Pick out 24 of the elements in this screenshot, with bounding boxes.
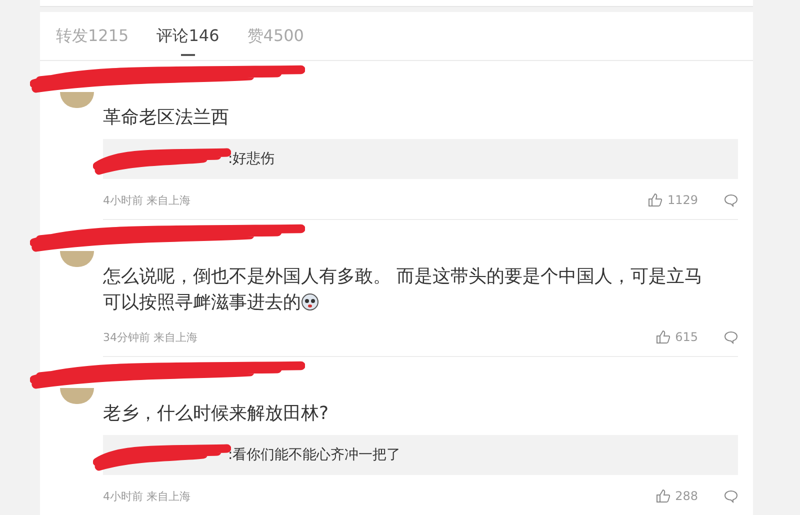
comment-time: 4小时前 来自上海 bbox=[103, 488, 192, 504]
reply-text: :好悲伤 bbox=[228, 151, 275, 167]
comment-icon[interactable] bbox=[724, 194, 738, 206]
like-count: 1129 bbox=[667, 193, 698, 207]
comment-text: 老乡，什么时候来解放田林? bbox=[103, 402, 330, 426]
tab-indicator bbox=[180, 54, 195, 56]
thumbs-up-icon[interactable] bbox=[648, 193, 662, 207]
avatar[interactable] bbox=[60, 388, 94, 404]
comment-text: 怎么说呢，倒也不是外国人有多敢。 而是这带头的要是个中国人，可是立马可以按照寻衅滋事进去的 bbox=[103, 265, 704, 315]
avatar[interactable] bbox=[60, 92, 94, 108]
comment-text: 革命老区法兰西 bbox=[103, 106, 230, 130]
comment-icon[interactable] bbox=[724, 330, 738, 344]
thumbs-up-icon[interactable] bbox=[656, 330, 670, 344]
like-count: 615 bbox=[675, 330, 698, 344]
reply-text: :看你们能不能心齐冲一把了 bbox=[228, 447, 401, 463]
tab[interactable]: 赞4500 bbox=[247, 24, 304, 48]
avatar[interactable] bbox=[60, 251, 94, 267]
tab[interactable]: 转发1215 bbox=[56, 24, 129, 48]
thumbs-up-icon[interactable] bbox=[656, 489, 670, 503]
comment-time: 4小时前 来自上海 bbox=[103, 192, 192, 208]
comment-icon[interactable] bbox=[724, 490, 738, 502]
like-count: 288 bbox=[675, 489, 698, 503]
comment-time: 34分钟前 来自上海 bbox=[103, 330, 198, 344]
tab[interactable]: 评论146 bbox=[156, 24, 220, 48]
